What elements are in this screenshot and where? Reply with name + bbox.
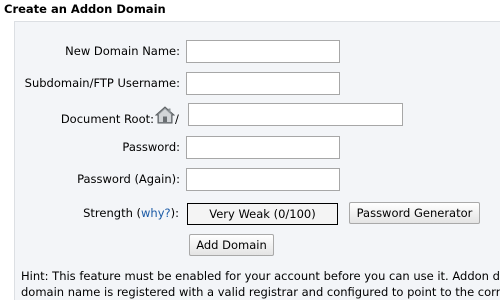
- password-again-input[interactable]: [186, 168, 340, 191]
- docroot-input[interactable]: [188, 103, 403, 126]
- hint-text: Hint: This feature must be enabled for y…: [21, 268, 500, 300]
- strength-label: Strength (why?):: [83, 206, 179, 220]
- home-icon: [154, 106, 176, 124]
- new-domain-input[interactable]: [186, 40, 340, 63]
- subdomain-label: Subdomain/FTP Username:: [24, 76, 180, 90]
- password-strength-meter: Very Weak (0/100): [187, 203, 338, 225]
- password-input[interactable]: [186, 136, 340, 159]
- why-link[interactable]: why?: [141, 206, 171, 220]
- docroot-prefix: /: [175, 112, 179, 126]
- strength-label-start: Strength (: [83, 206, 142, 220]
- password-generator-button[interactable]: Password Generator: [349, 202, 480, 224]
- subdomain-input[interactable]: [186, 72, 340, 95]
- docroot-label: Document Root:: [60, 112, 154, 126]
- strength-label-end: ):: [170, 206, 179, 220]
- addon-domain-page: Create an Addon Domain New Domain Name: …: [0, 0, 500, 300]
- hint-line-1: Hint: This feature must be enabled for y…: [21, 269, 500, 283]
- hint-line-2: domain name is registered with a valid r…: [21, 285, 500, 299]
- add-domain-button[interactable]: Add Domain: [189, 234, 274, 256]
- password-again-label: Password (Again):: [77, 172, 180, 186]
- password-label: Password:: [122, 140, 180, 154]
- new-domain-label: New Domain Name:: [65, 44, 180, 58]
- page-title: Create an Addon Domain: [4, 2, 166, 16]
